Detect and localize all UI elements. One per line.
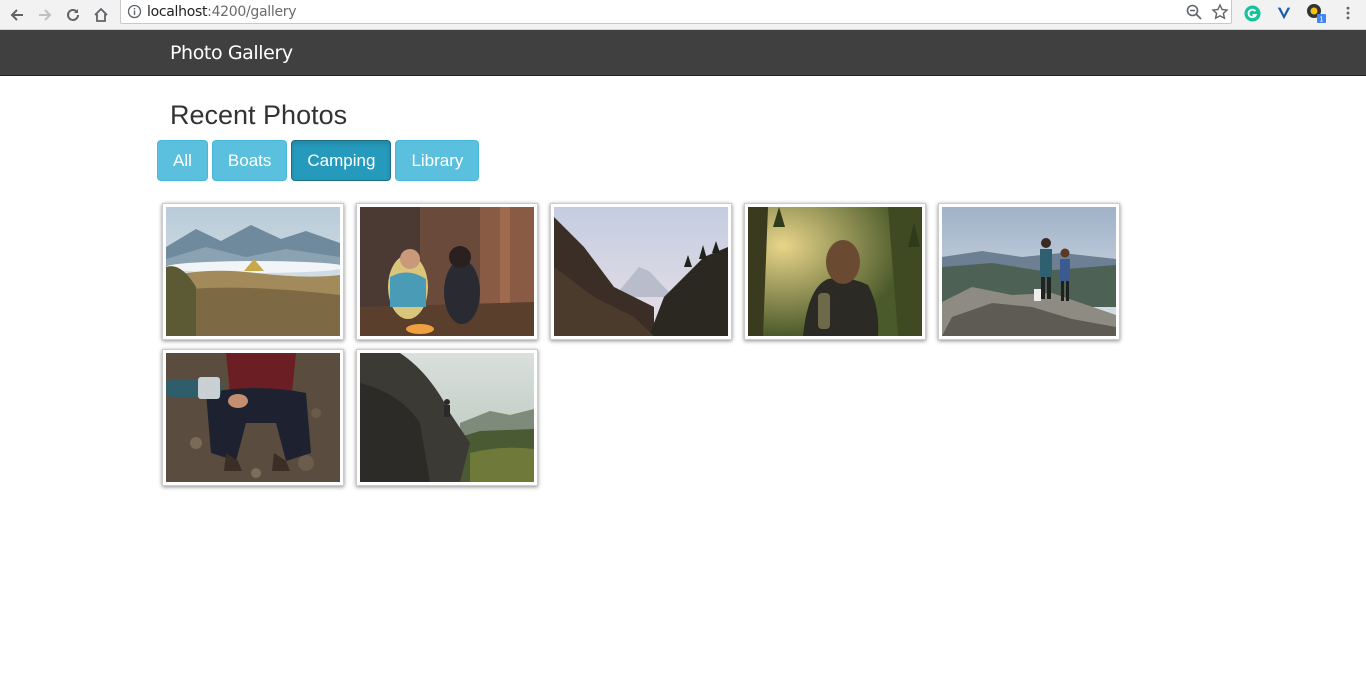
photo-thumbnail-climber-on-rock[interactable] (356, 349, 538, 486)
grammarly-extension[interactable] (1242, 3, 1262, 23)
info-icon[interactable] (127, 4, 142, 19)
url-text[interactable]: localhost:4200/gallery (147, 4, 297, 20)
filter-library-button[interactable]: Library (395, 140, 480, 181)
grammarly-icon (1243, 4, 1261, 22)
arrow-right-icon (39, 9, 52, 21)
address-bar[interactable]: localhost:4200/gallery (120, 0, 1232, 24)
arrow-left-icon (10, 9, 23, 21)
browser-toolbar: localhost:4200/gallery 1 (0, 0, 1366, 30)
home-icon (94, 7, 108, 22)
tent-mountain-image (166, 207, 340, 336)
reload-icon (67, 8, 79, 21)
bookmark-star-icon[interactable] (1211, 3, 1229, 21)
filter-all-button[interactable]: All (157, 140, 208, 181)
rock-climber-image (360, 353, 534, 482)
reload-button[interactable] (61, 3, 85, 27)
kebab-menu-icon (1346, 6, 1350, 20)
cliff-couple-image (942, 207, 1116, 336)
forest-hiker-image (748, 207, 922, 336)
filter-camping-button[interactable]: Camping (291, 140, 392, 181)
svg-text:1: 1 (1319, 16, 1323, 24)
thermos-person-image (166, 353, 340, 482)
filter-button-group: All Boats Camping Library (157, 140, 483, 181)
filter-boats-button[interactable]: Boats (211, 140, 288, 181)
photo-thumbnail-person-with-thermos[interactable] (162, 349, 344, 486)
mountain-valley-image (554, 207, 728, 336)
v-extension-icon (1277, 7, 1291, 20)
photo-thumbnail-mountain-valley[interactable] (550, 203, 732, 340)
forward-button[interactable] (33, 3, 57, 27)
photo-thumbnail-couple-on-cliff[interactable] (938, 203, 1120, 340)
back-button[interactable] (5, 3, 29, 27)
photo-thumbnail-tent-in-mountains[interactable] (162, 203, 344, 340)
app-navbar: Photo Gallery (0, 30, 1366, 76)
menu-button[interactable] (1338, 3, 1358, 23)
photo-thumbnail-two-women-at-campfire[interactable] (356, 203, 538, 340)
home-button[interactable] (89, 3, 113, 27)
brand-link[interactable]: Photo Gallery (170, 42, 293, 64)
photo-thumbnail-hiker-in-forest[interactable] (744, 203, 926, 340)
v-extension[interactable] (1274, 3, 1294, 23)
zoom-icon[interactable] (1185, 3, 1203, 21)
campfire-women-image (360, 207, 534, 336)
badge-extension[interactable]: 1 (1306, 3, 1326, 23)
page-title: Recent Photos (170, 100, 348, 130)
extension-badge-icon: 1 (1307, 4, 1326, 24)
